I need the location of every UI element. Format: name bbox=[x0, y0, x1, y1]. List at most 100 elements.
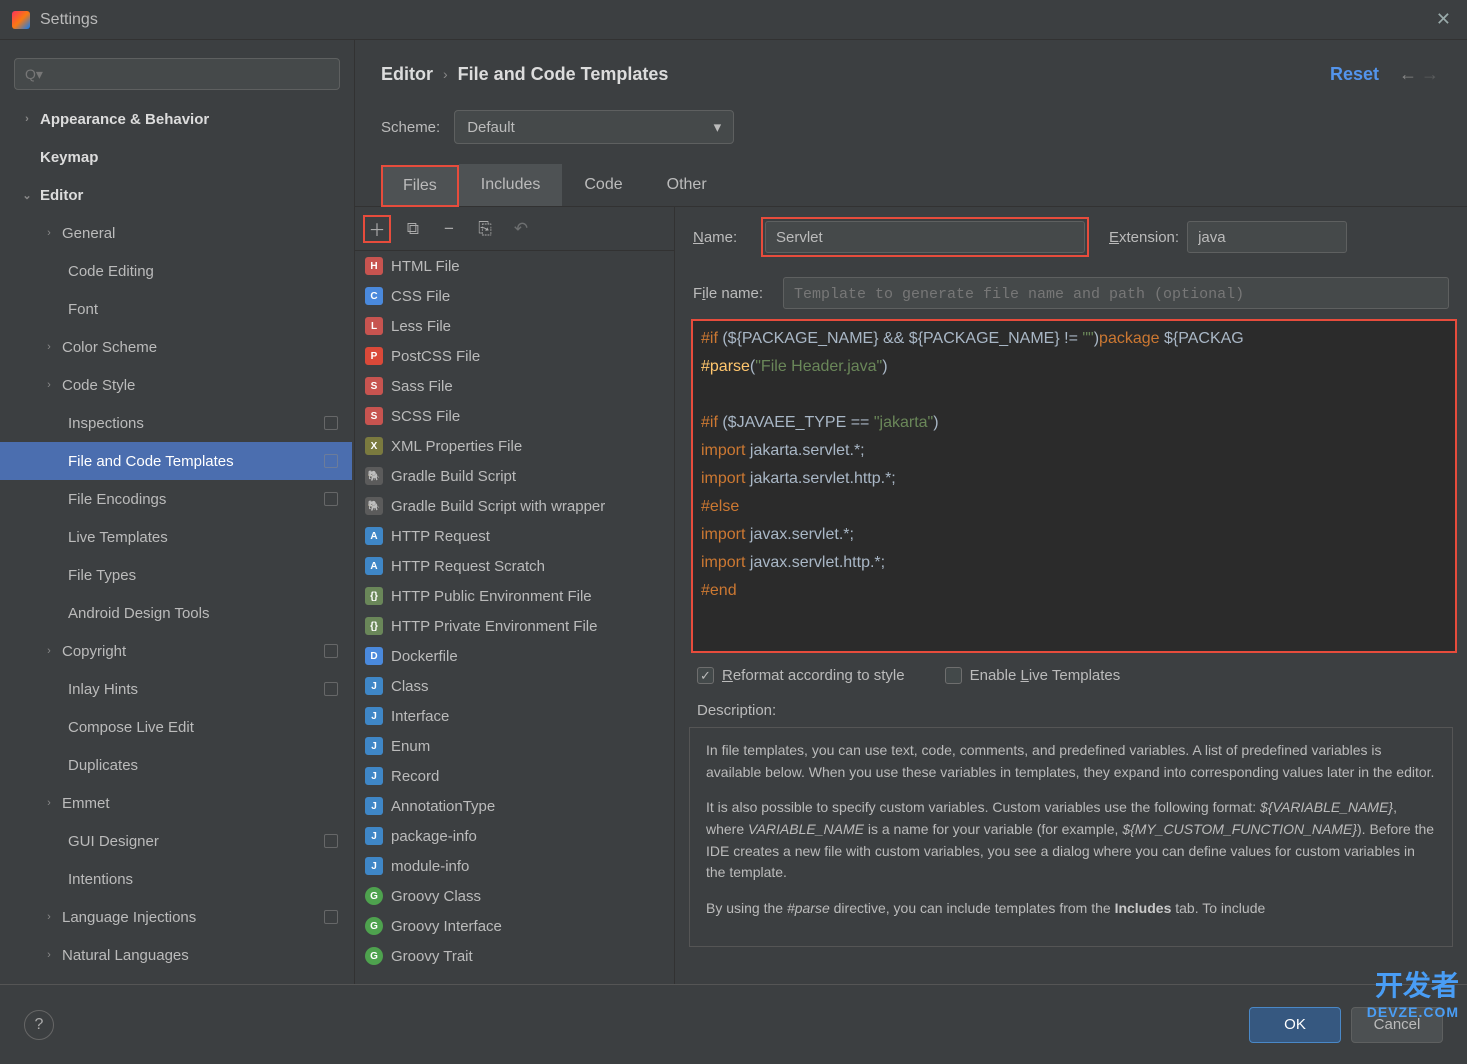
scope-badge-icon bbox=[324, 682, 338, 696]
sidebar-item[interactable]: GUI Designer bbox=[0, 822, 352, 860]
sidebar-item[interactable]: File Types bbox=[0, 556, 352, 594]
search-input[interactable] bbox=[14, 58, 340, 90]
template-item[interactable]: G Groovy Interface bbox=[355, 911, 674, 941]
template-item[interactable]: 🐘Gradle Build Script bbox=[355, 461, 674, 491]
sidebar-item[interactable]: Font bbox=[0, 290, 352, 328]
scope-badge-icon bbox=[324, 644, 338, 658]
template-item[interactable]: Jpackage-info bbox=[355, 821, 674, 851]
breadcrumb-root[interactable]: Editor bbox=[381, 64, 433, 85]
template-item[interactable]: GGroovy Class bbox=[355, 881, 674, 911]
sidebar-item-label: Inspections bbox=[68, 415, 144, 432]
template-item[interactable]: LLess File bbox=[355, 311, 674, 341]
template-item[interactable]: JAnnotationType bbox=[355, 791, 674, 821]
name-input[interactable] bbox=[765, 221, 1085, 253]
template-item[interactable]: JInterface bbox=[355, 701, 674, 731]
html-icon: H bbox=[365, 257, 383, 275]
copy-button[interactable]: ⎘ bbox=[471, 215, 499, 243]
sidebar-item[interactable]: ›Color Scheme bbox=[0, 328, 352, 366]
remove-button[interactable]: − bbox=[435, 215, 463, 243]
template-item[interactable]: 🐘Gradle Build Script with wrapper bbox=[355, 491, 674, 521]
ok-button[interactable]: OK bbox=[1249, 1007, 1341, 1043]
template-label: Groovy Interface bbox=[391, 918, 502, 935]
template-label: HTTP Private Environment File bbox=[391, 618, 597, 635]
sidebar-item[interactable]: Reader Mode bbox=[0, 974, 352, 984]
sidebar-item[interactable]: ›Natural Languages bbox=[0, 936, 352, 974]
close-icon[interactable]: ✕ bbox=[1432, 5, 1455, 34]
template-item[interactable]: GGroovy Trait bbox=[355, 941, 674, 971]
back-icon[interactable]: ← bbox=[1397, 64, 1419, 85]
template-item[interactable]: CCSS File bbox=[355, 281, 674, 311]
template-item[interactable]: XXML Properties File bbox=[355, 431, 674, 461]
add-button[interactable]: ＋ bbox=[363, 215, 391, 243]
tab-files[interactable]: Files bbox=[381, 165, 459, 207]
sidebar-item[interactable]: Code Editing bbox=[0, 252, 352, 290]
template-label: AnnotationType bbox=[391, 798, 495, 815]
sidebar-item[interactable]: File and Code Templates bbox=[0, 442, 352, 480]
sidebar-item-label: General bbox=[62, 225, 115, 242]
sidebar-item[interactable]: Android Design Tools bbox=[0, 594, 352, 632]
css-icon: C bbox=[365, 287, 383, 305]
code-editor[interactable]: #if (${PACKAGE_NAME} && ${PACKAGE_NAME} … bbox=[693, 321, 1455, 651]
template-item[interactable]: DDockerfile bbox=[355, 641, 674, 671]
help-button[interactable]: ? bbox=[24, 1010, 54, 1040]
template-item[interactable]: PPostCSS File bbox=[355, 341, 674, 371]
template-item[interactable]: JEnum bbox=[355, 731, 674, 761]
template-item[interactable]: AHTTP Request bbox=[355, 521, 674, 551]
reformat-checkbox[interactable]: ✓ Reformat according to style bbox=[697, 667, 905, 684]
filename-input[interactable] bbox=[783, 277, 1449, 309]
chevron-icon: ⌄ bbox=[20, 189, 34, 202]
undo-button[interactable]: ↶ bbox=[507, 215, 535, 243]
check-icon bbox=[945, 667, 962, 684]
java-icon: J bbox=[365, 707, 383, 725]
template-item[interactable]: Jmodule-info bbox=[355, 851, 674, 881]
sidebar-item[interactable]: Live Templates bbox=[0, 518, 352, 556]
reset-button[interactable]: Reset bbox=[1330, 64, 1379, 85]
sidebar-item[interactable]: › General bbox=[0, 214, 352, 252]
sidebar-item-label: Intentions bbox=[68, 871, 133, 888]
sidebar-item[interactable]: Inspections bbox=[0, 404, 352, 442]
sidebar-item[interactable]: ›Appearance & Behavior bbox=[0, 100, 352, 138]
enable-live-templates-checkbox[interactable]: Enable Live Templates bbox=[945, 667, 1121, 684]
http-icon: {} bbox=[365, 617, 383, 635]
chevron-icon: › bbox=[42, 341, 56, 353]
sidebar-item-label: File Encodings bbox=[68, 491, 166, 508]
template-label: XML Properties File bbox=[391, 438, 522, 455]
sidebar-item[interactable]: ›Language Injections bbox=[0, 898, 352, 936]
filename-label: File name: bbox=[693, 285, 775, 302]
tab-other[interactable]: Other bbox=[645, 164, 729, 206]
java-icon: J bbox=[365, 677, 383, 695]
sidebar-item[interactable]: Duplicates bbox=[0, 746, 352, 784]
template-label: Groovy Trait bbox=[391, 948, 473, 965]
sidebar-item[interactable]: Intentions bbox=[0, 860, 352, 898]
less-icon: L bbox=[365, 317, 383, 335]
sidebar-item[interactable]: ›Emmet bbox=[0, 784, 352, 822]
sidebar-item[interactable]: File Encodings bbox=[0, 480, 352, 518]
api-icon: A bbox=[365, 557, 383, 575]
chevron-icon: › bbox=[20, 113, 34, 125]
tab-includes[interactable]: Includes bbox=[459, 164, 563, 206]
tab-code[interactable]: Code bbox=[562, 164, 644, 206]
chevron-icon: › bbox=[42, 227, 56, 239]
template-item[interactable]: {}HTTP Public Environment File bbox=[355, 581, 674, 611]
template-item[interactable]: {} HTTP Private Environment File bbox=[355, 611, 674, 641]
sidebar-item[interactable]: Keymap bbox=[0, 138, 352, 176]
template-item[interactable]: SSass File bbox=[355, 371, 674, 401]
sidebar-item[interactable]: Inlay Hints bbox=[0, 670, 352, 708]
sidebar-item[interactable]: ›Copyright bbox=[0, 632, 352, 670]
sidebar-item[interactable]: Compose Live Edit bbox=[0, 708, 352, 746]
sidebar-item[interactable]: ›Code Style bbox=[0, 366, 352, 404]
template-item[interactable]: JRecord bbox=[355, 761, 674, 791]
sidebar-item[interactable]: ⌄Editor bbox=[0, 176, 352, 214]
groovy-icon: G bbox=[365, 917, 383, 935]
template-item[interactable]: SSCSS File bbox=[355, 401, 674, 431]
breadcrumb: Editor › File and Code Templates Reset ←… bbox=[355, 40, 1467, 90]
scheme-select[interactable]: Default ▾ bbox=[454, 110, 734, 144]
sidebar-item-label: Font bbox=[68, 301, 98, 318]
extension-input[interactable] bbox=[1187, 221, 1347, 253]
template-item[interactable]: HHTML File bbox=[355, 251, 674, 281]
add-multi-button[interactable]: ⧉ bbox=[399, 215, 427, 243]
template-item[interactable]: JClass bbox=[355, 671, 674, 701]
template-item[interactable]: AHTTP Request Scratch bbox=[355, 551, 674, 581]
sidebar-item-label: Duplicates bbox=[68, 757, 138, 774]
template-label: HTTP Public Environment File bbox=[391, 588, 592, 605]
